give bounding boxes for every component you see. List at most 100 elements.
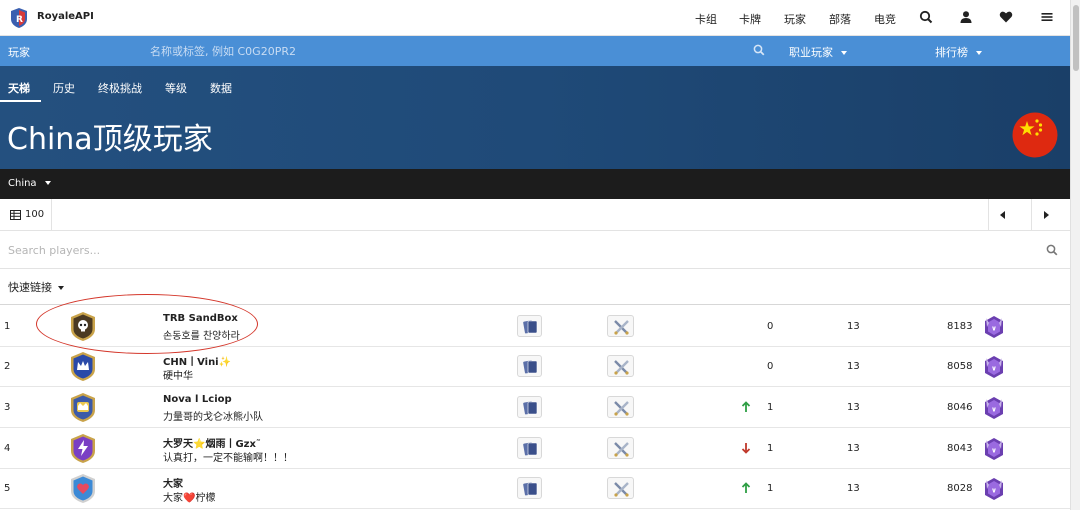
deck-button[interactable] xyxy=(517,355,542,377)
chevron-down-icon xyxy=(58,286,64,290)
prev-page-button[interactable] xyxy=(988,199,1017,231)
region-dropdown[interactable]: China xyxy=(8,178,51,189)
player-name[interactable]: CHN丨Vini✨ xyxy=(163,353,231,368)
clan-name[interactable]: 大家❤️柠檬 xyxy=(163,489,215,504)
battles-button[interactable] xyxy=(607,396,634,418)
active-tab-indicator xyxy=(0,100,41,102)
player-level: 13 xyxy=(847,321,860,332)
rank-number: 5 xyxy=(4,483,11,494)
royaleapi-logo-icon[interactable]: R xyxy=(10,8,28,28)
players-label: 玩家 xyxy=(8,46,30,59)
player-search-input[interactable] xyxy=(8,240,1008,260)
clan-name[interactable]: 力量哥的戈仑冰熊小队 xyxy=(163,408,263,423)
player-lookup-input[interactable] xyxy=(150,41,740,61)
nav-esports[interactable]: 电竞 xyxy=(874,11,896,27)
svg-text:∨: ∨ xyxy=(991,487,997,495)
nav-players[interactable]: 玩家 xyxy=(784,11,806,27)
player-lookup-bar: 玩家 职业玩家 排行榜 xyxy=(0,36,1070,66)
deck-button[interactable] xyxy=(517,315,542,337)
page-size-value: 100 xyxy=(25,209,45,220)
player-search-bar xyxy=(0,231,1070,269)
tab-ladder[interactable]: 天梯 xyxy=(8,80,30,96)
crossed-swords-icon xyxy=(614,442,629,457)
page-size-button[interactable]: 100 xyxy=(0,199,52,231)
rank-number: 4 xyxy=(4,443,11,454)
table-row[interactable]: 3 Nova l Lciop 力量哥的戈仑冰熊小队 1 13 8046 ∨ xyxy=(0,387,1070,428)
player-name[interactable]: 大家 xyxy=(163,475,183,490)
player-name[interactable]: 大罗天⭐烟雨丨Gzx˜ xyxy=(163,435,261,450)
table-row[interactable]: 5 大家 大家❤️柠檬 1 13 8028 ∨ xyxy=(0,468,1070,509)
clan-badge-icon xyxy=(71,352,95,381)
nav-cards[interactable]: 卡牌 xyxy=(739,11,761,27)
trophy-count: 8043 xyxy=(947,443,973,454)
arena-icon: ∨ xyxy=(985,478,1003,500)
next-page-button[interactable] xyxy=(1031,199,1060,231)
chevron-down-icon xyxy=(44,181,51,185)
trophy-count: 8046 xyxy=(947,402,973,413)
heart-icon[interactable] xyxy=(999,10,1013,24)
trophy-count: 8058 xyxy=(947,361,973,372)
menu-icon[interactable] xyxy=(1040,10,1054,24)
clan-badge-icon xyxy=(71,393,95,422)
crossed-swords-icon xyxy=(614,360,629,375)
search-icon[interactable] xyxy=(919,10,933,24)
top-navbar: R RoyaleAPI 卡组 卡牌 玩家 部落 电竞 xyxy=(0,0,1070,36)
tab-ultimate-challenge[interactable]: 终极挑战 xyxy=(98,80,142,96)
chevron-right-icon xyxy=(1044,211,1049,219)
search-icon[interactable] xyxy=(753,44,765,56)
nav-decks[interactable]: 卡组 xyxy=(695,11,717,27)
search-icon[interactable] xyxy=(1046,244,1058,256)
rank-change: 1 xyxy=(767,483,774,494)
clan-badge-icon xyxy=(71,434,95,463)
tab-level[interactable]: 等级 xyxy=(165,80,187,96)
nav-clans[interactable]: 部落 xyxy=(829,11,851,27)
rank-change: 0 xyxy=(767,321,774,332)
svg-text:∨: ∨ xyxy=(991,325,997,333)
tab-stats[interactable]: 数据 xyxy=(210,80,232,96)
battles-button[interactable] xyxy=(607,355,634,377)
brand-name[interactable]: RoyaleAPI xyxy=(37,11,94,22)
arena-icon: ∨ xyxy=(985,316,1003,338)
cards-icon xyxy=(523,401,538,415)
player-level: 13 xyxy=(847,443,860,454)
arrow-up-icon xyxy=(741,401,751,412)
deck-button[interactable] xyxy=(517,477,542,499)
table-icon xyxy=(10,210,21,220)
arena-icon: ∨ xyxy=(985,356,1003,378)
clan-name[interactable]: 认真打，一定不能输啊！！！ xyxy=(163,449,293,464)
scrollbar-thumb[interactable] xyxy=(1073,5,1079,71)
chevron-down-icon xyxy=(976,51,982,55)
battles-button[interactable] xyxy=(607,477,634,499)
rank-number: 3 xyxy=(4,402,11,413)
battles-button[interactable] xyxy=(607,437,634,459)
rankings-dropdown[interactable]: 排行榜 xyxy=(935,44,982,60)
highlight-annotation xyxy=(36,294,258,354)
arrow-up-icon xyxy=(741,482,751,493)
svg-text:∨: ∨ xyxy=(991,447,997,455)
pro-players-dropdown[interactable]: 职业玩家 xyxy=(789,44,847,60)
rank-change: 0 xyxy=(767,361,774,372)
quick-links-dropdown[interactable]: 快速链接 xyxy=(8,279,64,295)
battles-button[interactable] xyxy=(607,315,634,337)
deck-button[interactable] xyxy=(517,437,542,459)
player-name[interactable]: Nova l Lciop xyxy=(163,394,232,405)
tab-history[interactable]: 历史 xyxy=(53,80,75,96)
china-flag-icon xyxy=(1012,112,1058,158)
clan-badge-icon xyxy=(71,474,95,503)
arena-icon: ∨ xyxy=(985,438,1003,460)
table-row[interactable]: 4 大罗天⭐烟雨丨Gzx˜ 认真打，一定不能输啊！！！ 1 13 8043 ∨ xyxy=(0,428,1070,469)
svg-text:∨: ∨ xyxy=(991,365,997,373)
scrollbar[interactable] xyxy=(1070,0,1080,510)
arena-icon: ∨ xyxy=(985,397,1003,419)
cards-icon xyxy=(523,360,538,374)
cards-icon xyxy=(523,482,538,496)
chevron-left-icon xyxy=(1000,211,1005,219)
table-toolbar: 100 xyxy=(0,199,1070,231)
player-level: 13 xyxy=(847,483,860,494)
clan-name[interactable]: 硬中华 xyxy=(163,367,193,382)
cards-icon xyxy=(523,442,538,456)
deck-button[interactable] xyxy=(517,396,542,418)
trophy-count: 8028 xyxy=(947,483,973,494)
trophy-count: 8183 xyxy=(947,321,973,332)
user-icon[interactable] xyxy=(959,10,973,24)
